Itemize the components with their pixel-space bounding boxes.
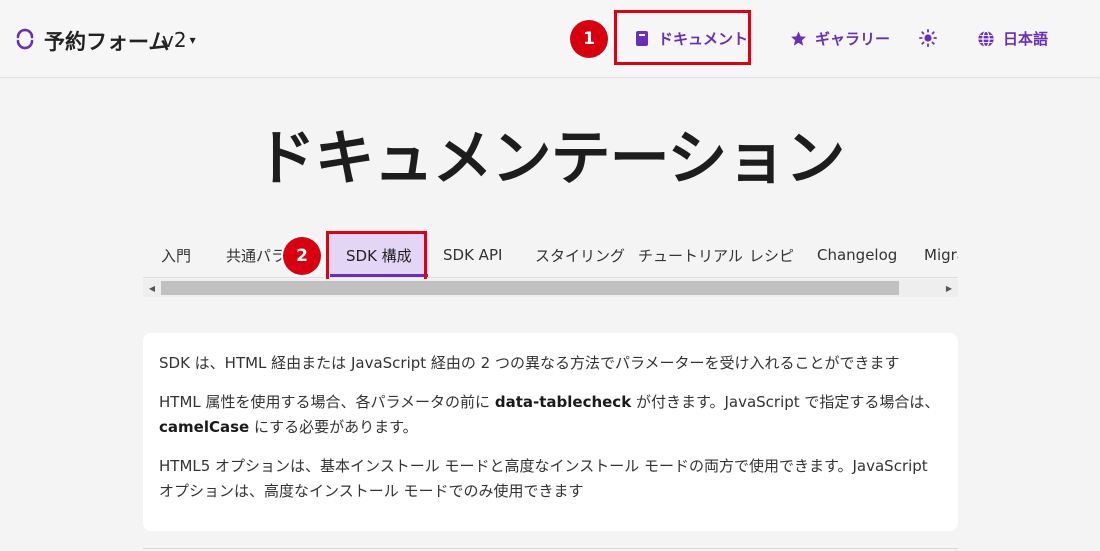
sdk-tab-highlight-box [326,231,427,282]
doc-tabs: 入門 共通パラメ SDK 構成 SDK API スタイリング チュートリアル レ… [143,232,958,278]
theme-toggle-button[interactable] [919,29,937,47]
tab-tutorial[interactable]: チュートリアル [638,232,743,277]
docs-highlight-box [614,10,751,65]
scrollbar-thumb[interactable] [161,281,899,295]
page-title: ドキュメンテーション [255,124,846,194]
paragraph-intro: SDK は、HTML 経由または JavaScript 経由の 2 つの異なる方… [159,354,900,372]
annotation-badge-2: 2 [283,237,321,275]
content-card: SDK は、HTML 経由または JavaScript 経由の 2 つの異なる方… [143,333,958,531]
scroll-left-arrow-icon[interactable]: ◀ [143,279,161,297]
nav-gallery-label: ギャラリー [815,30,891,48]
tab-sdk-api[interactable]: SDK API [443,232,502,277]
code-data-tablecheck: data-tablecheck [494,393,632,411]
tab-styling[interactable]: スタイリング [535,232,625,277]
nav-gallery-link[interactable]: ギャラリー [790,28,890,49]
tab-changelog[interactable]: Changelog [817,232,897,277]
version-selector[interactable]: v2 ▾ [162,28,196,52]
paragraph-html5-options: HTML5 オプションは、基本インストール モードと高度なインストール モードの… [159,457,928,500]
tabs-horizontal-scrollbar[interactable]: ◀ ▶ [143,279,958,297]
version-label: v2 [162,28,187,52]
language-label: 日本語 [1003,30,1049,48]
tab-introduction[interactable]: 入門 [161,232,191,277]
tab-migration[interactable]: Migra [924,232,958,277]
code-camelcase: camelCase [159,418,250,436]
star-icon [791,31,806,46]
globe-icon [978,30,994,47]
top-navigation-bar: 予約フォーム v2 ▾ ドキュメント ギャラリー 日本語 [0,0,1100,78]
loader-logo-icon[interactable] [16,28,34,50]
sun-icon [919,29,937,47]
scroll-right-arrow-icon[interactable]: ▶ [940,279,958,297]
chevron-down-icon: ▾ [189,33,196,47]
tab-recipes[interactable]: レシピ [749,232,794,277]
language-selector[interactable]: 日本語 [977,28,1048,49]
annotation-badge-1: 1 [570,20,608,58]
paragraph-html-attributes: HTML 属性を使用する場合、各パラメータの前に data-tablecheck… [159,393,940,436]
brand-name[interactable]: 予約フォーム [44,26,169,56]
